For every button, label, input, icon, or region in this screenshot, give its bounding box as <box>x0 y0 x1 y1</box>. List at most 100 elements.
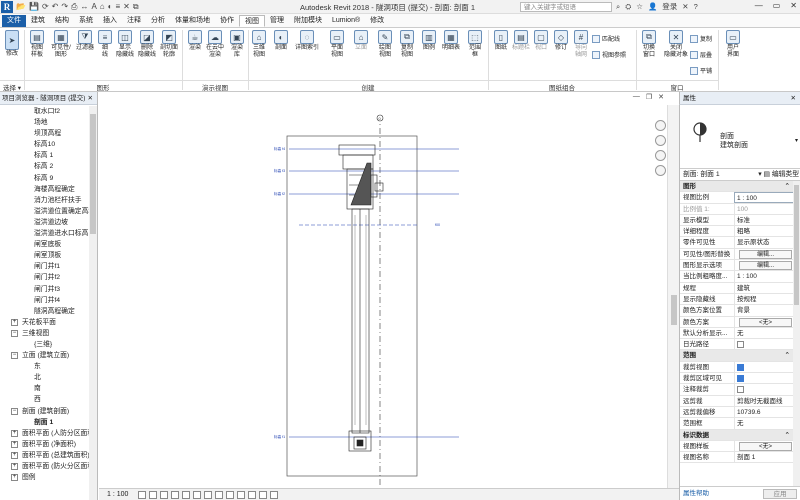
tab-0[interactable]: 文件 <box>2 15 26 27</box>
tab-7[interactable]: 体量和场地 <box>170 15 215 27</box>
pan-icon[interactable] <box>654 150 666 161</box>
browser-item[interactable]: 消力池栏杆扶手 <box>0 195 90 206</box>
close-icon[interactable]: ✕ <box>791 92 796 105</box>
property-value[interactable]: 按规程 <box>734 293 794 305</box>
cut-profile-button[interactable]: ◩ 剖切面 轮廓 <box>158 30 180 59</box>
browser-item[interactable]: + 天花板平面 <box>0 317 90 328</box>
property-checkbox[interactable] <box>737 363 744 371</box>
callout-button[interactable]: ◌ 详图索引 <box>295 30 319 52</box>
save-icon[interactable]: 💾 <box>29 2 39 11</box>
browser-item[interactable]: 标高 1 <box>0 150 90 161</box>
drafting-view-button[interactable]: ✎ 绘图 视图 <box>374 30 396 59</box>
expand-icon[interactable]: + <box>11 429 18 437</box>
browser-item[interactable]: 东 <box>0 361 90 372</box>
measure-icon[interactable]: ↔ <box>80 2 88 11</box>
render-cloud-button[interactable]: ☁ 在云中 渲染 <box>204 30 226 59</box>
property-value[interactable]: 1 : 100 <box>734 271 794 283</box>
expand-icon[interactable]: + <box>11 440 18 448</box>
expand-icon[interactable]: + <box>11 451 18 459</box>
tab-1[interactable]: 建筑 <box>26 15 50 27</box>
elevation-button[interactable]: ⌂ 立面 <box>350 30 372 52</box>
property-value[interactable]: 粗略 <box>734 226 794 238</box>
thin-lines-button[interactable]: ≡ 细线 <box>94 30 116 59</box>
maximize-icon[interactable]: ▭ <box>773 1 781 10</box>
scope-box-button[interactable]: ⬚ 范围框 <box>464 30 486 59</box>
property-value[interactable]: 标准 <box>734 214 794 226</box>
chevron-down-icon[interactable]: ▾ <box>795 137 798 144</box>
search-icon[interactable]: ⌕ <box>616 2 620 12</box>
modify-button[interactable]: ➤ 修改 <box>1 30 23 58</box>
user-icon[interactable]: 👤 <box>648 2 657 11</box>
browser-item[interactable]: + 面积平面 (净面积) <box>0 439 90 450</box>
section-drawing[interactable]: 0 标高 f4 标高 f3 标高 f2 f00 标高 f1 <box>99 105 667 488</box>
property-checkbox[interactable] <box>737 341 744 349</box>
guide-grid-button[interactable]: # 导向 轴网 <box>570 30 592 59</box>
tab-3[interactable]: 系统 <box>74 15 98 27</box>
sheet-button[interactable]: ▯ 图纸 <box>490 30 512 52</box>
browser-item[interactable]: + 面积平面 (总建筑面积) <box>0 450 90 461</box>
analytical-model-icon[interactable] <box>248 490 257 499</box>
property-edit-button[interactable]: 编辑... <box>739 249 792 259</box>
highlight-displacement-icon[interactable] <box>259 490 268 499</box>
revisions-button[interactable]: ◇ 修订 <box>550 30 572 52</box>
browser-item[interactable]: + 面积平面 (防火分区面积) <box>0 461 90 472</box>
browser-item[interactable]: {三维} <box>0 339 90 350</box>
thin-lines-icon[interactable]: ≡ <box>115 2 120 11</box>
subscription-icon[interactable]: ⛭ <box>625 2 631 12</box>
type-selector[interactable]: 剖面 建筑剖面 ▾ <box>680 105 800 169</box>
close-icon[interactable]: ✕ <box>88 92 93 105</box>
browser-item[interactable]: 南 <box>0 383 90 394</box>
tile-button[interactable]: 平铺 <box>690 66 712 75</box>
constraints-icon[interactable] <box>270 490 279 499</box>
browser-item[interactable]: 隧洞高程确定 <box>0 306 90 317</box>
property-checkbox[interactable] <box>737 375 744 383</box>
detail-level-icon[interactable] <box>138 490 147 499</box>
zoom-icon[interactable] <box>654 135 666 146</box>
properties-section-header[interactable]: 范围 ⌃ <box>680 350 794 362</box>
property-value[interactable]: 10739.6 <box>734 406 794 418</box>
user-interface-button[interactable]: ▭ 用户 界面 <box>722 30 744 59</box>
browser-item[interactable]: 闸门井f4 <box>0 295 90 306</box>
browser-item[interactable]: 北 <box>0 372 90 383</box>
tab-8[interactable]: 协作 <box>215 15 239 27</box>
property-value[interactable]: 剪裁时无截面线 <box>734 395 794 407</box>
properties-section-header[interactable]: 图形 ⌃ <box>680 181 794 193</box>
switch-windows-icon[interactable]: ⧉ <box>133 2 139 12</box>
instance-selector[interactable]: 剖面: 剖面 1 ▾ ▤ 编辑类型 <box>680 169 800 181</box>
browser-item[interactable]: − 三维视图 <box>0 328 90 339</box>
browser-item[interactable]: 闸室底板 <box>0 239 90 250</box>
view-template-button[interactable]: ▤ 视图 样板 <box>26 30 48 59</box>
expand-icon[interactable]: + <box>11 463 18 470</box>
sync-icon[interactable]: ⟳ <box>42 2 49 11</box>
browser-item[interactable]: 坝顶高程 <box>0 128 90 139</box>
expand-icon[interactable]: + <box>11 474 18 482</box>
browser-item[interactable]: 西 <box>0 394 90 405</box>
browser-item[interactable]: 标高 2 <box>0 161 90 172</box>
section-button[interactable]: ◐ 剖面 <box>270 30 292 52</box>
property-checkbox[interactable] <box>737 386 744 394</box>
exchange-icon[interactable]: ✕ <box>682 2 688 11</box>
property-value[interactable]: 剖面 1 <box>734 452 794 464</box>
browser-item[interactable]: 剖面 1 <box>0 417 90 428</box>
undo-icon[interactable]: ↶ <box>52 2 59 11</box>
browser-item[interactable]: 取水口f2 <box>0 106 90 117</box>
close-view-icon[interactable]: ✕ <box>658 93 664 101</box>
open-icon[interactable]: 📂 <box>16 2 26 11</box>
text-icon[interactable]: A <box>91 2 96 11</box>
view-scale[interactable]: 1 : 100 <box>107 491 128 498</box>
browser-item[interactable]: 溢洪道进水口标高 <box>0 228 90 239</box>
visibility-graphics-button[interactable]: ▦ 可见性/图形 <box>50 30 72 59</box>
steering-wheel-icon[interactable] <box>654 120 666 131</box>
property-value[interactable]: 1 : 100 <box>734 192 794 204</box>
level-f00[interactable]: f00 <box>299 223 440 227</box>
browser-item[interactable]: 闸门井f3 <box>0 284 90 295</box>
section-icon[interactable]: ◐ <box>108 2 113 11</box>
redo-icon[interactable]: ↷ <box>61 2 68 11</box>
property-edit-button[interactable]: <无> <box>739 317 792 327</box>
edit-type-button[interactable]: ▾ ▤ 编辑类型 <box>758 169 799 181</box>
close-hidden-button[interactable]: ✕ 关闭 隐藏对象 <box>662 30 690 59</box>
viewports-button[interactable]: ▢ 视口 <box>530 30 552 52</box>
drawing-canvas[interactable]: 0 标高 f4 标高 f3 标高 f2 f00 标高 f1 <box>99 105 667 488</box>
browser-item[interactable]: + 面积平面 (人防分区面积) <box>0 428 90 439</box>
browser-item[interactable]: 海楼高程确定 <box>0 184 90 195</box>
